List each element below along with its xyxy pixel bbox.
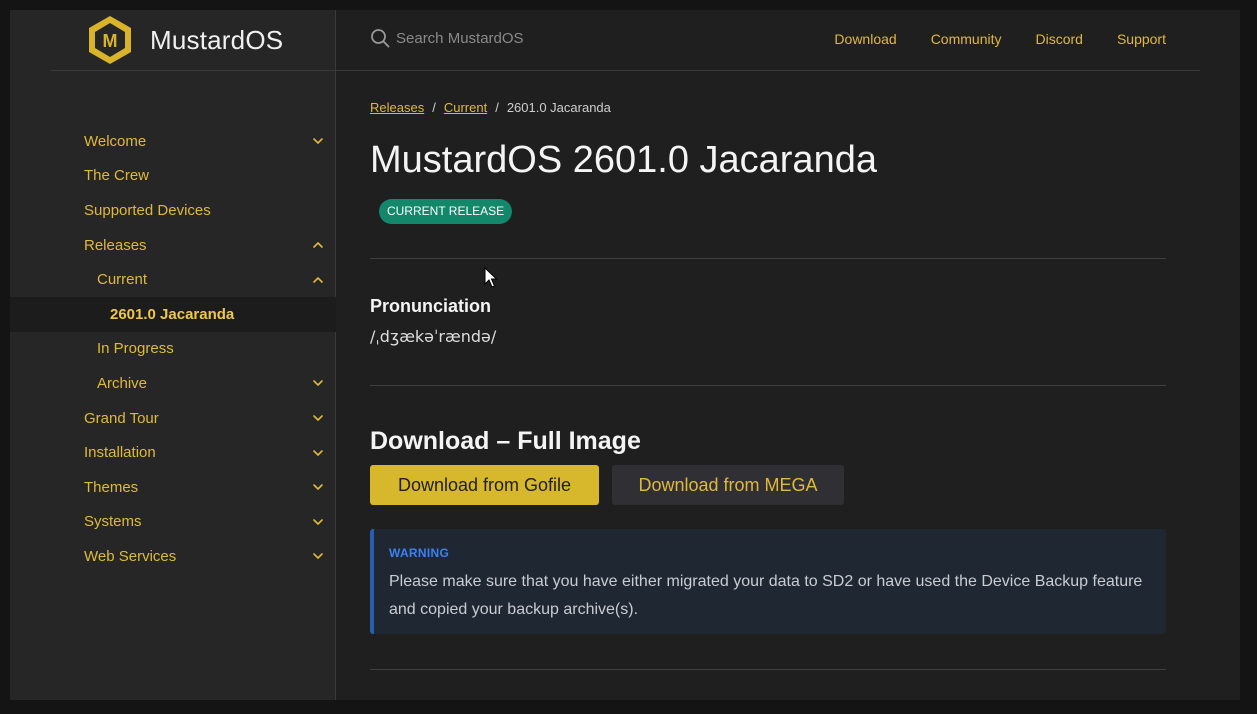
sidebar-item-supported-devices[interactable]: Supported Devices: [10, 193, 336, 228]
breadcrumb-separator: /: [495, 100, 499, 115]
sidebar-item-label: Supported Devices: [84, 201, 211, 219]
sidebar: M MustardOS Welcome The Crew Supported Dev…: [10, 10, 336, 700]
pronunciation-heading: Pronunciation: [370, 296, 491, 316]
app-frame: M MustardOS Welcome The Crew Supported Dev…: [10, 10, 1240, 700]
sidebar-item-web-services[interactable]: Web Services: [10, 539, 336, 574]
mouse-cursor-icon: [484, 267, 498, 288]
warning-text: Please make sure that you have either mi…: [389, 573, 1143, 618]
sidebar-item-installation[interactable]: Installation: [10, 435, 336, 470]
sidebar-item-label: Themes: [84, 478, 139, 496]
sidebar-item-archive[interactable]: Archive: [10, 366, 336, 401]
breadcrumb: Releases / Current / 2601.0 Jacaranda: [370, 100, 611, 115]
sidebar-item-themes[interactable]: Themes: [10, 470, 336, 505]
top-nav-download[interactable]: Download: [834, 31, 896, 47]
sidebar-nav: Welcome The Crew Supported Devices Releases…: [10, 124, 336, 574]
sidebar-item-grand-tour[interactable]: Grand Tour: [10, 401, 336, 436]
warning-title: WARNING: [389, 546, 450, 560]
top-nav-support[interactable]: Support: [1117, 31, 1166, 47]
warning-callout: WARNING Please make sure that you have e…: [370, 529, 1166, 634]
sidebar-item-label: Systems: [84, 513, 142, 531]
sidebar-item-current[interactable]: Current: [10, 262, 336, 297]
sidebar-item-label: Releases: [84, 236, 147, 254]
chevron-down-icon[interactable]: [312, 135, 324, 147]
sidebar-item-welcome[interactable]: Welcome: [10, 124, 336, 159]
top-nav-community[interactable]: Community: [931, 31, 1002, 47]
top-nav: Download Community Discord Support: [800, 31, 1166, 47]
search-input[interactable]: Search MustardOS: [396, 30, 524, 47]
sidebar-item-label: 2601.0 Jacaranda: [110, 305, 235, 323]
svg-text:M: M: [103, 31, 118, 51]
top-header: Search MustardOS Download Community Disc…: [336, 10, 1200, 71]
mustardos-logo: M: [89, 16, 131, 64]
download-gofile-button[interactable]: Download from Gofile: [370, 465, 599, 505]
divider: [370, 385, 1166, 386]
top-nav-discord[interactable]: Discord: [1035, 31, 1082, 47]
sidebar-item-label: Web Services: [84, 547, 177, 565]
chevron-down-icon[interactable]: [312, 447, 324, 459]
sidebar-item-label: Welcome: [84, 132, 147, 150]
logo-link[interactable]: M MustardOS: [50, 10, 336, 71]
page-title: MustardOS 2601.0 Jacaranda: [370, 139, 877, 181]
status-badge: CURRENT RELEASE: [379, 199, 513, 224]
sidebar-item-2601-0-jacaranda[interactable]: 2601.0 Jacaranda: [10, 296, 336, 332]
sidebar-item-label: Grand Tour: [84, 409, 159, 427]
chevron-down-icon[interactable]: [312, 550, 324, 562]
download-heading: Download – Full Image: [370, 427, 641, 455]
sidebar-item-label: In Progress: [97, 340, 174, 358]
sidebar-item-label: The Crew: [84, 167, 150, 185]
breadcrumb-current[interactable]: Current: [444, 100, 487, 115]
divider: [370, 669, 1166, 670]
sidebar-item-label: Installation: [84, 444, 156, 462]
sidebar-item-in-progress[interactable]: In Progress: [10, 332, 336, 367]
download-mega-button[interactable]: Download from MEGA: [612, 465, 844, 505]
pronunciation-text: /ˌdʒækəˈrændə/: [370, 327, 497, 346]
chevron-down-icon[interactable]: [312, 481, 324, 493]
breadcrumb-separator: /: [432, 100, 436, 115]
breadcrumb-page: 2601.0 Jacaranda: [506, 100, 611, 115]
sidebar-item-label: Archive: [97, 374, 148, 392]
sidebar-item-releases[interactable]: Releases: [10, 228, 336, 263]
search-icon: [371, 29, 390, 48]
chevron-down-icon[interactable]: [312, 412, 324, 424]
sidebar-item-systems[interactable]: Systems: [10, 505, 336, 540]
search-box[interactable]: Search MustardOS: [370, 28, 524, 48]
breadcrumb-releases[interactable]: Releases: [370, 100, 424, 115]
main-content: Releases / Current / 2601.0 Jacaranda Mustar…: [370, 71, 1166, 700]
chevron-up-icon[interactable]: [312, 239, 324, 251]
chevron-down-icon[interactable]: [312, 516, 324, 528]
sidebar-item-label: Current: [97, 271, 148, 289]
sidebar-item-the-crew[interactable]: The Crew: [10, 159, 336, 194]
site-name: MustardOS: [150, 24, 284, 55]
divider: [370, 258, 1166, 259]
chevron-up-icon[interactable]: [312, 274, 324, 286]
chevron-down-icon[interactable]: [312, 377, 324, 389]
